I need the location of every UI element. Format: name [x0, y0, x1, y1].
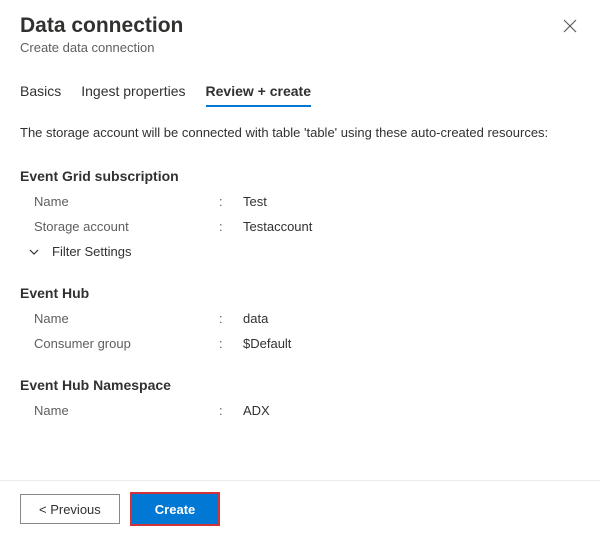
- page-title: Data connection: [20, 14, 580, 38]
- row-namespace-name: Name : ADX: [20, 403, 580, 418]
- label-name: Name: [34, 194, 219, 209]
- section-event-grid: Event Grid subscription Name : Test Stor…: [20, 168, 580, 259]
- value-storage-account: Testaccount: [243, 219, 312, 234]
- tabs: Basics Ingest properties Review + create: [20, 83, 580, 107]
- previous-button[interactable]: < Previous: [20, 494, 120, 524]
- value-name: data: [243, 311, 268, 326]
- close-button[interactable]: [560, 16, 580, 36]
- tab-review-create[interactable]: Review + create: [206, 83, 311, 107]
- row-event-hub-name: Name : data: [20, 311, 580, 326]
- label-name: Name: [34, 311, 219, 326]
- section-event-hub-namespace: Event Hub Namespace Name : ADX: [20, 377, 580, 418]
- page-subtitle: Create data connection: [20, 40, 580, 55]
- footer-actions: < Previous Create: [0, 480, 600, 524]
- value-name: ADX: [243, 403, 270, 418]
- chevron-down-icon: [28, 246, 40, 258]
- row-storage-account: Storage account : Testaccount: [20, 219, 580, 234]
- value-name: Test: [243, 194, 267, 209]
- row-consumer-group: Consumer group : $Default: [20, 336, 580, 351]
- event-hub-title: Event Hub: [20, 285, 580, 301]
- create-button[interactable]: Create: [132, 494, 218, 524]
- label-name: Name: [34, 403, 219, 418]
- label-storage-account: Storage account: [34, 219, 219, 234]
- description-text: The storage account will be connected wi…: [20, 125, 580, 140]
- tab-ingest-properties[interactable]: Ingest properties: [81, 83, 185, 107]
- close-icon: [563, 19, 577, 33]
- section-event-hub: Event Hub Name : data Consumer group : $…: [20, 285, 580, 351]
- event-grid-title: Event Grid subscription: [20, 168, 580, 184]
- row-event-grid-name: Name : Test: [20, 194, 580, 209]
- event-hub-namespace-title: Event Hub Namespace: [20, 377, 580, 393]
- label-consumer-group: Consumer group: [34, 336, 219, 351]
- value-consumer-group: $Default: [243, 336, 291, 351]
- tab-basics[interactable]: Basics: [20, 83, 61, 107]
- filter-settings-expander[interactable]: Filter Settings: [20, 244, 580, 259]
- filter-settings-label: Filter Settings: [52, 244, 131, 259]
